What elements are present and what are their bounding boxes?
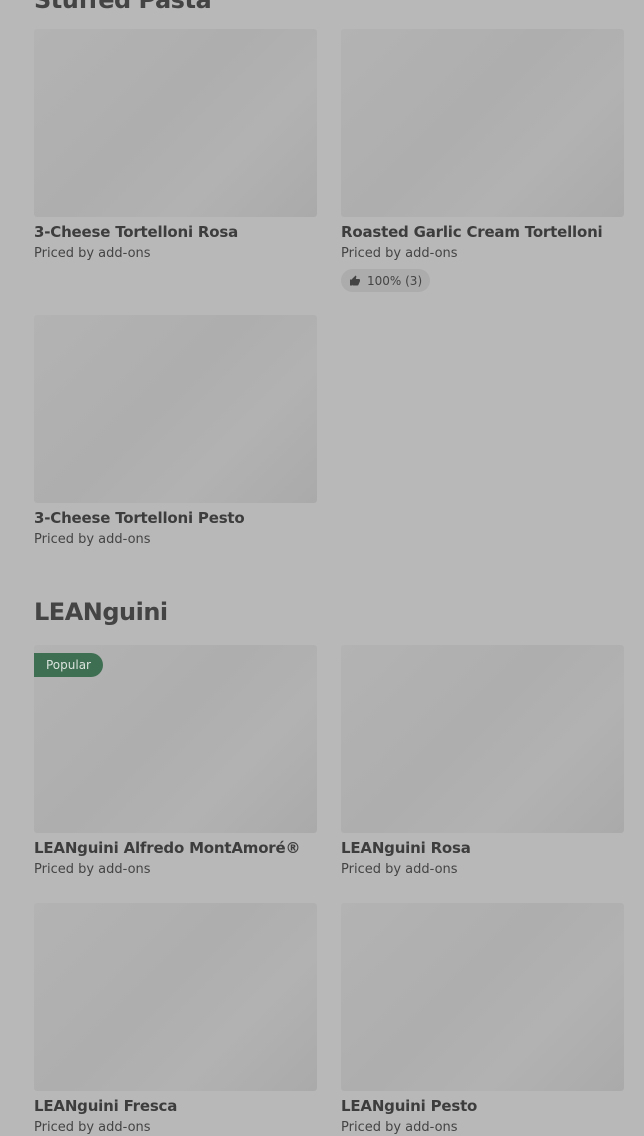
item-name: LEANguini Alfredo MontAmoré® (34, 839, 301, 857)
item-image[interactable] (341, 645, 624, 833)
item-price: Priced by add-ons (341, 862, 458, 877)
menu-item-card[interactable]: 3-Cheese Tortelloni Rosa Priced by add-o… (34, 29, 317, 261)
popular-badge: Popular (34, 653, 103, 677)
section-title-stuffed-pasta: Stuffed Pasta (34, 0, 212, 14)
item-image[interactable] (34, 29, 317, 217)
menu-item-card[interactable]: Roasted Garlic Cream Tortelloni Priced b… (341, 29, 624, 292)
item-price: Priced by add-ons (341, 246, 458, 261)
item-price: Priced by add-ons (34, 1120, 151, 1135)
item-image[interactable] (341, 29, 624, 217)
item-image[interactable] (34, 903, 317, 1091)
item-name: LEANguini Fresca (34, 1097, 178, 1115)
item-name: LEANguini Rosa (341, 839, 471, 857)
item-image[interactable] (34, 315, 317, 503)
item-price: Priced by add-ons (34, 862, 151, 877)
menu-item-card[interactable]: 3-Cheese Tortelloni Pesto Priced by add-… (34, 315, 317, 547)
menu-item-card[interactable]: LEANguini Fresca Priced by add-ons (34, 903, 317, 1135)
rating-badge: 100% (3) (341, 269, 431, 292)
item-name: 3-Cheese Tortelloni Rosa (34, 223, 239, 241)
item-image[interactable]: Popular (34, 645, 317, 833)
item-price: Priced by add-ons (34, 246, 151, 261)
item-image[interactable] (341, 903, 624, 1091)
item-name: Roasted Garlic Cream Tortelloni (341, 223, 603, 241)
thumbs-up-icon (350, 275, 360, 285)
item-price: Priced by add-ons (34, 532, 151, 547)
rating-text: 100% (3) (367, 273, 423, 288)
item-price: Priced by add-ons (341, 1120, 458, 1135)
menu-item-card[interactable]: LEANguini Rosa Priced by add-ons (341, 645, 624, 877)
item-name: 3-Cheese Tortelloni Pesto (34, 509, 245, 527)
menu-item-card[interactable]: Popular LEANguini Alfredo MontAmoré® Pri… (34, 645, 317, 877)
menu-item-card[interactable]: LEANguini Pesto Priced by add-ons (341, 903, 624, 1135)
section-title-leanguini: LEANguini (34, 598, 168, 626)
item-name: LEANguini Pesto (341, 1097, 478, 1115)
